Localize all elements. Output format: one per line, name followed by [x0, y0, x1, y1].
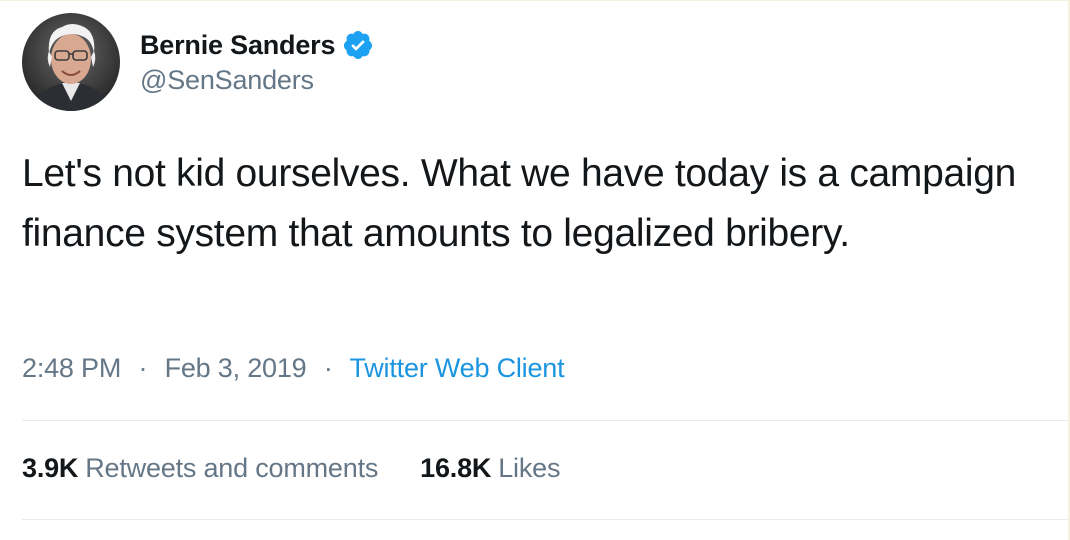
likes-label: Likes: [498, 453, 561, 483]
name-row: Bernie Sanders: [140, 25, 374, 65]
retweets-count: 3.9K: [22, 453, 79, 483]
tweet-time[interactable]: 2:48 PM: [22, 353, 121, 383]
likes-count: 16.8K: [420, 453, 492, 483]
divider-bottom: [22, 519, 1068, 520]
author-handle[interactable]: @SenSanders: [140, 65, 374, 96]
avatar-photo-icon: [22, 13, 120, 111]
meta-separator: ·: [138, 353, 148, 383]
tweet-client-link[interactable]: Twitter Web Client: [349, 353, 564, 383]
tweet-text: Let's not kid ourselves. What we have to…: [22, 152, 1017, 255]
tweet-meta: 2:48 PM · Feb 3, 2019 · Twitter Web Clie…: [22, 353, 565, 384]
meta-separator-2: ·: [323, 353, 333, 383]
verified-badge-icon: [342, 29, 374, 61]
retweets-stat[interactable]: 3.9K Retweets and comments: [22, 453, 378, 484]
user-info: Bernie Sanders @SenSanders: [140, 25, 374, 96]
tweet-date[interactable]: Feb 3, 2019: [165, 353, 307, 383]
likes-stat[interactable]: 16.8K Likes: [420, 453, 560, 484]
divider-top: [22, 420, 1068, 421]
author-name[interactable]: Bernie Sanders: [140, 30, 335, 61]
retweets-label: Retweets and comments: [85, 453, 379, 483]
avatar[interactable]: [22, 13, 120, 111]
tweet-card: Bernie Sanders @SenSanders Let's not kid…: [0, 0, 1070, 540]
tweet-stats: 3.9K Retweets and comments 16.8K Likes: [22, 453, 602, 484]
